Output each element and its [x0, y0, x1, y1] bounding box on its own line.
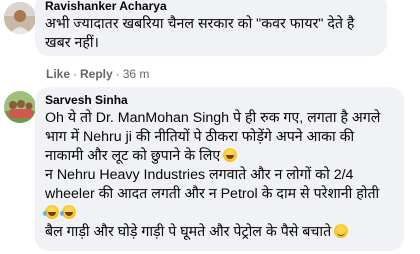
- tears-of-joy-emoji: [43, 205, 59, 219]
- comment-timestamp[interactable]: 36 m: [123, 67, 150, 81]
- comment-text: Oh ये तो Dr. ManMohan Singh पे ही रुक गए…: [43, 109, 394, 242]
- emoji-line: [43, 204, 394, 223]
- grinning-sweat-emoji: [223, 148, 238, 162]
- comment-text: अभी ज्यादातर खबरिया चैनल सरकार को "कवर फ…: [45, 15, 377, 53]
- comment-author[interactable]: Sarvesh Sinha: [45, 93, 394, 107]
- comment-line: अभी ज्यादातर खबरिया चैनल सरकार को "कवर फ…: [45, 16, 355, 32]
- comment-author[interactable]: Ravishanker Acharya: [45, 0, 377, 13]
- comment-bubble: Sarvesh Sinha Oh ये तो Dr. ManMohan Sing…: [35, 87, 404, 251]
- comment-line: Oh ये तो Dr. ManMohan Singh पे ही रुक गए…: [45, 110, 381, 126]
- reply-button[interactable]: Reply: [80, 67, 113, 81]
- comment-line-with-emoji: बैल गाड़ी और घोड़े गाड़ी पे घूमते और पेट…: [45, 223, 394, 242]
- comment-line: भाग में Nehru ji की नीतियों पे ठीकरा फोड…: [45, 129, 355, 145]
- comment-line-text: बैल गाड़ी और घोड़े गाड़ी पे घूमते और पेट…: [45, 224, 332, 240]
- separator-dot: ·: [115, 67, 120, 81]
- tears-of-joy-emoji: [60, 205, 76, 219]
- comment-line: खबर नहीं।: [45, 35, 99, 51]
- separator-dot: ·: [73, 67, 78, 81]
- comment-line-text: नाकामी और लूट को छुपाने के लिए: [45, 148, 221, 164]
- comment-actions: Like · Reply · 36 m: [46, 67, 149, 81]
- smiling-emoji: [334, 224, 349, 238]
- avatar[interactable]: [4, 2, 36, 34]
- comment-line: न Nehru Heavy Industries लगवाते और न लोग…: [45, 167, 354, 183]
- comment-line: wheeler की आदत लगती और न Petrol के दाम स…: [45, 186, 380, 202]
- comment-line-with-emoji: नाकामी और लूट को छुपाने के लिए: [45, 147, 394, 166]
- avatar[interactable]: [4, 91, 36, 123]
- like-button[interactable]: Like: [46, 67, 70, 81]
- comment-bubble: Ravishanker Acharya अभी ज्यादातर खबरिया …: [35, 0, 387, 56]
